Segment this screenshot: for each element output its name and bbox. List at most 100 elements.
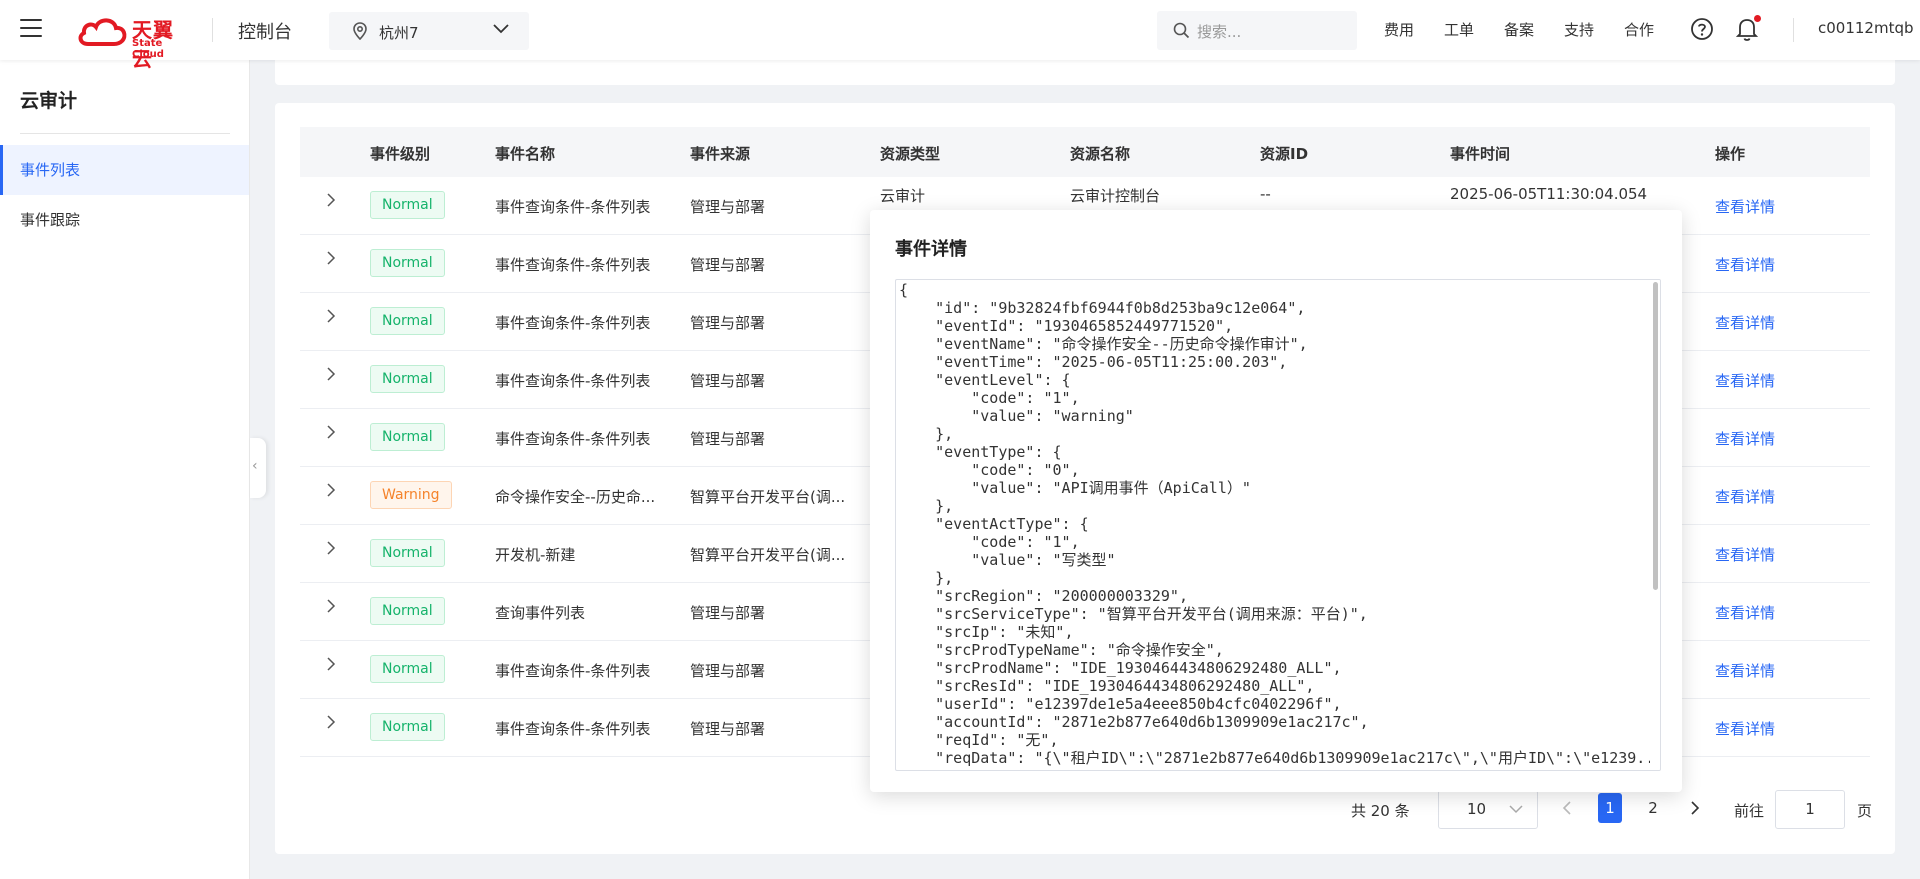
- table-header: 事件级别 事件名称 事件来源 资源类型 资源名称 资源ID 事件时间 操作: [300, 127, 1870, 177]
- scrollbar[interactable]: [1650, 280, 1660, 770]
- column-header: 资源类型: [880, 145, 941, 163]
- view-details-link[interactable]: 查看详情: [1715, 544, 1775, 565]
- status-badge: Normal: [370, 191, 445, 219]
- sidebar-item-event-list[interactable]: 事件列表: [0, 145, 249, 195]
- resource-id: --: [1260, 185, 1271, 203]
- event-name: 开发机-新建: [495, 546, 576, 564]
- status-badge: Normal: [370, 539, 445, 567]
- chevron-right-icon[interactable]: [324, 367, 338, 381]
- view-details-link[interactable]: 查看详情: [1715, 312, 1775, 333]
- scrollbar-thumb[interactable]: [1653, 282, 1658, 590]
- event-time: 2025-06-05T11:30:04.054: [1450, 185, 1648, 203]
- filter-card: [275, 60, 1895, 85]
- page-suffix: 页: [1857, 802, 1873, 820]
- page-button-2[interactable]: 2: [1641, 793, 1665, 823]
- nav-filing[interactable]: 备案: [1504, 19, 1534, 40]
- chevron-right-icon[interactable]: [324, 483, 338, 497]
- event-source: 智算平台开发平台(调...: [690, 546, 846, 564]
- status-badge: Normal: [370, 597, 445, 625]
- status-badge: Warning: [370, 481, 452, 509]
- event-json-viewer[interactable]: { "id": "9b32824fbf6944f0b8d253ba9c12e06…: [895, 279, 1661, 771]
- cloud-logo-icon: [78, 18, 127, 46]
- event-source: 管理与部署: [690, 314, 766, 332]
- event-source: 管理与部署: [690, 720, 766, 738]
- nav-tickets[interactable]: 工单: [1444, 19, 1474, 40]
- chevron-right-icon[interactable]: [324, 599, 338, 613]
- page-size-value: 10: [1467, 800, 1487, 818]
- divider: [20, 133, 230, 134]
- page-size-select[interactable]: 10: [1438, 790, 1538, 829]
- location-pin-icon: [353, 22, 367, 40]
- prev-page-icon[interactable]: [1561, 800, 1573, 816]
- view-details-link[interactable]: 查看详情: [1715, 660, 1775, 681]
- username[interactable]: c00112mtqb: [1818, 19, 1914, 37]
- event-source: 智算平台开发平台(调...: [690, 488, 846, 506]
- event-name: 事件查询条件-条件列表: [495, 198, 651, 216]
- next-page-icon[interactable]: [1689, 800, 1701, 816]
- chevron-down-icon: [493, 24, 509, 34]
- event-name: 命令操作安全--历史命...: [495, 488, 656, 506]
- status-badge: Normal: [370, 713, 445, 741]
- search-placeholder: 搜索...: [1197, 23, 1242, 41]
- view-details-link[interactable]: 查看详情: [1715, 370, 1775, 391]
- region-selector[interactable]: 杭州7: [329, 12, 529, 50]
- top-bar: 天翼云 State Cloud 控制台 杭州7 搜索... 费用 工单 备案 支…: [0, 0, 1920, 71]
- column-header: 资源ID: [1260, 145, 1309, 163]
- status-badge: Normal: [370, 423, 445, 451]
- goto-label: 前往: [1734, 802, 1765, 820]
- view-details-link[interactable]: 查看详情: [1715, 196, 1775, 217]
- view-details-link[interactable]: 查看详情: [1715, 428, 1775, 449]
- event-name: 事件查询条件-条件列表: [495, 314, 651, 332]
- menu-icon[interactable]: [20, 19, 42, 39]
- view-details-link[interactable]: 查看详情: [1715, 602, 1775, 623]
- chevron-right-icon[interactable]: [324, 425, 338, 439]
- event-detail-popover: 事件详情 { "id": "9b32824fbf6944f0b8d253ba9c…: [870, 210, 1682, 792]
- help-icon[interactable]: [1690, 17, 1714, 41]
- event-source: 管理与部署: [690, 662, 766, 680]
- notification-dot: [1754, 15, 1761, 22]
- chevron-right-icon[interactable]: [324, 251, 338, 265]
- popover-title: 事件详情: [895, 239, 967, 260]
- goto-page-input[interactable]: 1: [1775, 790, 1845, 829]
- event-source: 管理与部署: [690, 256, 766, 274]
- chevron-right-icon[interactable]: [324, 193, 338, 207]
- event-json-text: { "id": "9b32824fbf6944f0b8d253ba9c12e06…: [899, 281, 1661, 767]
- nav-fees[interactable]: 费用: [1384, 19, 1414, 40]
- event-name: 事件查询条件-条件列表: [495, 662, 651, 680]
- event-name: 事件查询条件-条件列表: [495, 372, 651, 390]
- event-name: 查询事件列表: [495, 604, 586, 622]
- view-details-link[interactable]: 查看详情: [1715, 486, 1775, 507]
- brand-name-en: State Cloud: [132, 38, 164, 60]
- region-label: 杭州7: [379, 24, 419, 42]
- nav-partner[interactable]: 合作: [1624, 19, 1654, 40]
- resource-name: 云审计控制台: [1070, 187, 1161, 205]
- sidebar-item-event-tracking[interactable]: 事件跟踪: [0, 195, 249, 245]
- chevron-down-icon: [1509, 805, 1523, 814]
- column-header: 事件来源: [690, 145, 751, 163]
- nav-support[interactable]: 支持: [1564, 19, 1594, 40]
- event-source: 管理与部署: [690, 604, 766, 622]
- console-title[interactable]: 控制台: [238, 18, 292, 44]
- page-button-1[interactable]: 1: [1598, 793, 1622, 823]
- chevron-right-icon[interactable]: [324, 657, 338, 671]
- chevron-right-icon[interactable]: [324, 309, 338, 323]
- status-badge: Normal: [370, 655, 445, 683]
- status-badge: Normal: [370, 365, 445, 393]
- view-details-link[interactable]: 查看详情: [1715, 254, 1775, 275]
- column-header: 事件时间: [1450, 145, 1511, 163]
- column-header: 事件级别: [370, 145, 431, 163]
- pagination-total: 共 20 条: [1351, 802, 1410, 820]
- view-details-link[interactable]: 查看详情: [1715, 718, 1775, 739]
- divider: [212, 18, 213, 42]
- status-badge: Normal: [370, 307, 445, 335]
- chevron-right-icon[interactable]: [324, 715, 338, 729]
- search-icon: [1173, 22, 1190, 39]
- logo[interactable]: 天翼云 State Cloud: [76, 14, 192, 71]
- event-name: 事件查询条件-条件列表: [495, 720, 651, 738]
- chevron-left-icon: ‹: [252, 458, 258, 474]
- chevron-right-icon[interactable]: [324, 541, 338, 555]
- event-source: 管理与部署: [690, 198, 766, 216]
- sidebar-collapse-button[interactable]: ‹: [250, 438, 266, 498]
- sidebar: 云审计 事件列表 事件跟踪: [0, 60, 250, 879]
- search-input[interactable]: 搜索...: [1157, 11, 1357, 50]
